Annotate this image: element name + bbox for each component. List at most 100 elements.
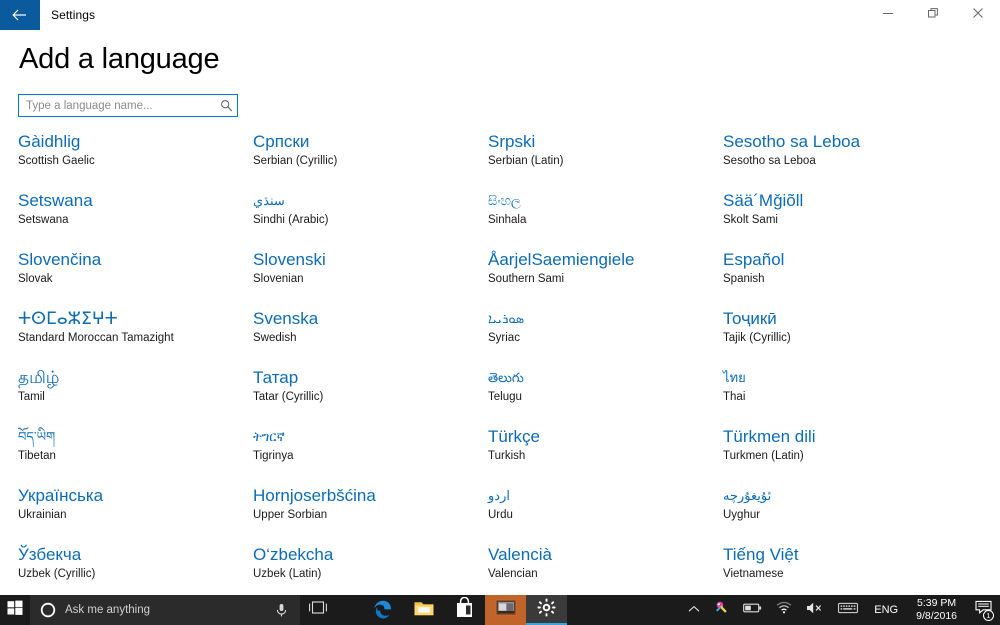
keyboard-icon-button[interactable]: [831, 595, 865, 625]
language-item[interactable]: EspañolSpanish: [723, 248, 958, 307]
cortana-placeholder: Ask me anything: [65, 604, 150, 616]
language-english-name: Telugu: [488, 389, 723, 406]
language-item[interactable]: HornjoserbšćinaUpper Sorbian: [253, 484, 488, 543]
tray-overflow-button[interactable]: [681, 595, 707, 625]
language-english-name: Syriac: [488, 330, 723, 347]
language-english-name: Scottish Gaelic: [18, 153, 253, 170]
search-input[interactable]: [19, 95, 215, 116]
language-native-name: සිංහල: [488, 189, 723, 212]
cortana-search-box[interactable]: Ask me anything: [30, 595, 300, 625]
language-item[interactable]: Sesotho sa LeboaSesotho sa Leboa: [723, 130, 958, 189]
language-english-name: Vietnamese: [723, 566, 958, 583]
language-item[interactable]: ⵜⵙⵎⴰⵣⵉⵖⵜStandard Moroccan Tamazight: [18, 307, 253, 366]
restore-button[interactable]: [910, 0, 955, 30]
language-english-name: Swedish: [253, 330, 488, 347]
close-button[interactable]: [955, 0, 1000, 30]
notification-center-button[interactable]: 1: [966, 595, 1000, 625]
battery-icon-button[interactable]: [736, 595, 769, 625]
language-item[interactable]: ЎзбекчаUzbek (Cyrillic): [18, 543, 253, 595]
tray-language-indicator[interactable]: ENG: [865, 595, 907, 625]
language-english-name: Sindhi (Arabic): [253, 212, 488, 229]
language-item[interactable]: УкраїнськаUkrainian: [18, 484, 253, 543]
language-native-name: ไทย: [723, 366, 958, 389]
back-button[interactable]: [0, 0, 40, 30]
volume-icon-button[interactable]: [799, 595, 831, 625]
language-english-name: Tajik (Cyrillic): [723, 330, 958, 347]
language-english-name: Tibetan: [18, 448, 253, 465]
language-native-name: Valencià: [488, 543, 723, 566]
language-item[interactable]: తెలుగుTelugu: [488, 366, 723, 425]
network-icon-button[interactable]: [769, 595, 799, 625]
back-arrow-icon: [12, 9, 28, 21]
language-native-name: తెలుగు: [488, 366, 723, 389]
language-english-name: Thai: [723, 389, 958, 406]
language-item[interactable]: ትግርኛTigrinya: [253, 425, 488, 484]
language-english-name: Valencian: [488, 566, 723, 583]
start-button[interactable]: [0, 595, 30, 625]
language-english-name: Uzbek (Cyrillic): [18, 566, 253, 583]
language-item[interactable]: ÅarjelSaemiengieleSouthern Sami: [488, 248, 723, 307]
language-english-name: Spanish: [723, 271, 958, 288]
language-item[interactable]: ТоҷикӣTajik (Cyrillic): [723, 307, 958, 366]
language-english-name: Uzbek (Latin): [253, 566, 488, 583]
edge-icon: [372, 597, 394, 624]
language-column-2: SrpskiSerbian (Latin)සිංහලSinhalaÅarjelS…: [488, 130, 723, 595]
language-english-name: Skolt Sami: [723, 212, 958, 229]
language-item[interactable]: SetswanaSetswana: [18, 189, 253, 248]
language-english-name: Setswana: [18, 212, 253, 229]
language-item[interactable]: سنڌيSindhi (Arabic): [253, 189, 488, 248]
language-item[interactable]: O‘zbekchaUzbek (Latin): [253, 543, 488, 595]
language-native-name: سنڌي: [253, 189, 488, 212]
language-english-name: Sinhala: [488, 212, 723, 229]
language-item[interactable]: ТатарTatar (Cyrillic): [253, 366, 488, 425]
colorful-app-icon: [714, 600, 729, 620]
taskbar-app-store[interactable]: [444, 595, 485, 625]
taskbar-app-photos[interactable]: [485, 595, 526, 625]
language-native-name: ÅarjelSaemiengiele: [488, 248, 723, 271]
language-item[interactable]: བོད་ཡིགTibetan: [18, 425, 253, 484]
language-native-name: Hornjoserbšćina: [253, 484, 488, 507]
search-icon[interactable]: [215, 99, 237, 112]
language-search-box[interactable]: [18, 94, 238, 117]
language-item[interactable]: СрпскиSerbian (Cyrillic): [253, 130, 488, 189]
microphone-icon[interactable]: [275, 603, 288, 618]
language-column-0: GàidhligScottish GaelicSetswanaSetswanaS…: [18, 130, 253, 595]
page-title: Add a language: [19, 43, 219, 76]
language-native-name: ܣܘܪܝܝܐ: [488, 307, 723, 330]
language-item[interactable]: SlovenskiSlovenian: [253, 248, 488, 307]
language-item[interactable]: සිංහලSinhala: [488, 189, 723, 248]
language-item[interactable]: SlovenčinaSlovak: [18, 248, 253, 307]
language-item[interactable]: اردوUrdu: [488, 484, 723, 543]
language-native-name: Татар: [253, 366, 488, 389]
taskbar-app-file-explorer[interactable]: [403, 595, 444, 625]
language-item[interactable]: Türkmen diliTurkmen (Latin): [723, 425, 958, 484]
language-native-name: Українська: [18, 484, 253, 507]
taskbar-app-edge[interactable]: [362, 595, 403, 625]
language-english-name: Slovak: [18, 271, 253, 288]
file-explorer-icon: [413, 598, 435, 623]
chevron-up-icon: [688, 601, 700, 619]
language-item[interactable]: SrpskiSerbian (Latin): [488, 130, 723, 189]
language-native-name: தமிழ்: [18, 366, 253, 389]
language-item[interactable]: Sää´MǧiõllSkolt Sami: [723, 189, 958, 248]
language-item[interactable]: TürkçeTurkish: [488, 425, 723, 484]
language-item[interactable]: Tiếng ViệtVietnamese: [723, 543, 958, 595]
tray-app-icon[interactable]: [707, 595, 736, 625]
language-item[interactable]: தமிழ்Tamil: [18, 366, 253, 425]
language-english-name: Slovenian: [253, 271, 488, 288]
tray-clock[interactable]: 5:39 PM 9/8/2016: [907, 595, 966, 625]
language-item[interactable]: ไทยThai: [723, 366, 958, 425]
cortana-circle-icon: [40, 602, 56, 618]
language-native-name: Gàidhlig: [18, 130, 253, 153]
language-item[interactable]: ValenciàValencian: [488, 543, 723, 595]
language-item[interactable]: ئۇيغۇرچەUyghur: [723, 484, 958, 543]
keyboard-icon: [838, 601, 858, 619]
language-item[interactable]: ܣܘܪܝܝܐSyriac: [488, 307, 723, 366]
taskbar-app-settings[interactable]: [526, 595, 567, 625]
minimize-button[interactable]: [865, 0, 910, 30]
language-native-name: Türkmen dili: [723, 425, 958, 448]
language-item[interactable]: GàidhligScottish Gaelic: [18, 130, 253, 189]
window-title-bar: Settings: [0, 0, 1000, 30]
task-view-button[interactable]: [300, 595, 336, 625]
language-item[interactable]: SvenskaSwedish: [253, 307, 488, 366]
